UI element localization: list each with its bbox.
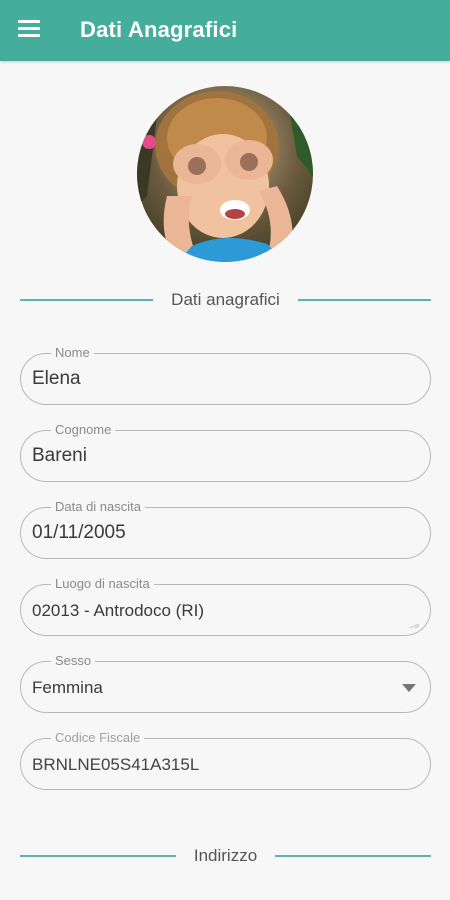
field-value: BRNLNE05S41A315L — [32, 755, 200, 774]
field-value: 01/11/2005 — [32, 522, 126, 543]
field-label: Codice Fiscale — [51, 730, 145, 746]
resize-handle-icon — [409, 623, 420, 629]
field-value: 02013 - Antrodoco (RI) — [32, 601, 204, 620]
section-divider-right — [297, 299, 432, 301]
field-value: Elena — [32, 368, 81, 389]
field-label: Data di nascita — [51, 499, 145, 515]
field-label: Luogo di nascita — [51, 576, 154, 592]
data-nascita-field[interactable]: Data di nascita 01/11/2005 — [20, 499, 431, 559]
nome-field[interactable]: Nome Elena — [20, 345, 431, 405]
section-title: Indirizzo — [193, 846, 258, 865]
field-label: Cognome — [51, 422, 116, 438]
field-label: Sesso — [51, 653, 96, 669]
cognome-field[interactable]: Cognome Bareni — [20, 422, 431, 482]
luogo-nascita-field[interactable]: Luogo di nascita 02013 - Antrodoco (RI) — [20, 576, 431, 636]
hamburger-menu-icon[interactable] — [18, 19, 40, 37]
section-header-address: Indirizzo — [20, 844, 431, 868]
profile-photo-image — [137, 86, 313, 262]
field-label: Nome — [51, 345, 94, 361]
page-title: Dati Anagrafici — [80, 17, 238, 42]
dropdown-arrow-icon[interactable] — [402, 684, 416, 692]
codice-fiscale-field: Codice Fiscale BRNLNE05S41A315L — [20, 730, 431, 790]
sesso-select[interactable]: Sesso Femmina — [20, 653, 431, 713]
profile-photo[interactable] — [137, 86, 313, 262]
app-bar: Dati Anagrafici — [0, 0, 450, 61]
field-value: Femmina — [32, 678, 103, 697]
section-divider-left — [20, 299, 154, 301]
section-header-personal: Dati anagrafici — [20, 288, 432, 312]
section-divider-right — [275, 855, 431, 857]
section-title: Dati anagrafici — [171, 290, 280, 309]
section-divider-left — [20, 855, 176, 857]
field-value: Bareni — [32, 445, 87, 466]
